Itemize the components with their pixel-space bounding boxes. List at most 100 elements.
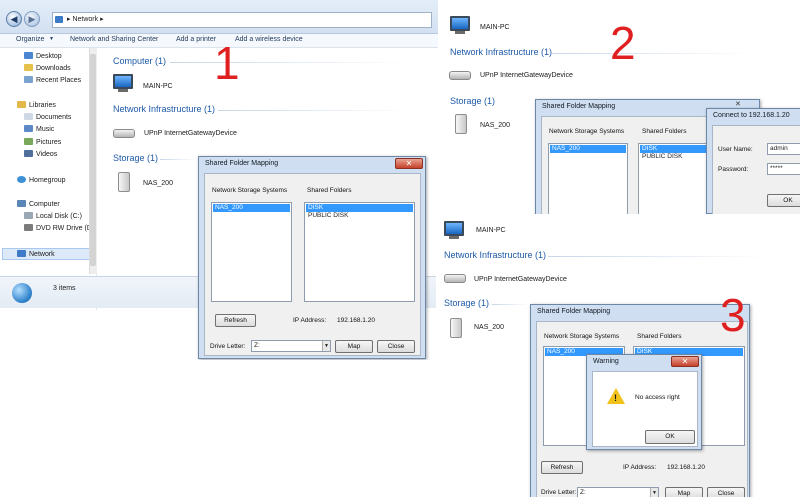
back-button[interactable]: ◀ — [6, 11, 22, 27]
nav-item-videos[interactable]: Videos — [24, 150, 57, 158]
breadcrumb[interactable]: Network — [72, 16, 98, 23]
section-header-storage[interactable]: Storage (1) — [450, 96, 495, 106]
ip-address-label: IP Address: — [623, 464, 657, 471]
drive-letter-select[interactable]: Z: ▼ — [251, 340, 331, 352]
nav-item-desktop[interactable]: Desktop — [24, 52, 62, 60]
shared-folders-list[interactable]: DISK PUBLIC DISK — [304, 202, 415, 302]
recent-places-icon — [24, 76, 33, 83]
storage-systems-list[interactable]: NAS_200 — [211, 202, 292, 302]
list-item-folder[interactable]: PUBLIC DISK — [306, 212, 413, 220]
drive-letter-value: Z: — [580, 489, 586, 496]
nav-item-libraries[interactable]: Libraries — [17, 101, 56, 109]
ok-button[interactable]: OK — [767, 194, 800, 207]
nav-item-network-label: Network — [29, 251, 55, 258]
nav-item-recent-places[interactable]: Recent Places — [24, 76, 81, 84]
refresh-button[interactable]: Refresh — [215, 314, 256, 327]
section-divider — [552, 53, 752, 54]
drive-letter-select[interactable]: Z: ▼ — [577, 487, 659, 497]
disk-icon — [24, 212, 33, 219]
close-button[interactable]: Close — [707, 487, 745, 497]
user-name-field[interactable]: admin — [767, 143, 800, 155]
nas-icon — [118, 172, 130, 192]
storage-systems-list[interactable]: NAS_200 — [548, 143, 628, 214]
section-header-storage[interactable]: Storage (1) — [113, 153, 158, 163]
step-number-1: 1 — [214, 37, 240, 89]
nav-item-documents[interactable]: Documents — [24, 113, 71, 121]
section-header-infrastructure[interactable]: Network Infrastructure (1) — [444, 250, 546, 260]
router-icon — [444, 274, 466, 283]
item-upnp-gateway[interactable]: UPnP InternetGatewayDevice — [480, 72, 573, 79]
homegroup-icon — [17, 176, 26, 183]
refresh-button[interactable]: Refresh — [541, 461, 583, 474]
router-icon — [449, 71, 471, 80]
user-name-label: User Name: — [718, 146, 753, 153]
nav-item-music[interactable]: Music — [24, 125, 54, 133]
chevron-down-icon[interactable]: ▼ — [650, 488, 658, 497]
dvd-drive-icon — [24, 224, 33, 231]
close-icon[interactable]: ✕ — [671, 356, 699, 367]
shared-folders-label: Shared Folders — [637, 333, 682, 340]
navigation-pane: Desktop Downloads Recent Places Librarie… — [0, 48, 97, 310]
drive-letter-label: Drive Letter: — [541, 489, 577, 496]
shared-folders-label: Shared Folders — [642, 128, 687, 135]
close-icon[interactable]: ✕ — [735, 100, 741, 108]
libraries-icon — [17, 101, 26, 108]
organize-menu[interactable]: Organize — [16, 36, 44, 43]
ip-address-value: 192.168.1.20 — [337, 317, 375, 324]
videos-icon — [24, 150, 33, 157]
section-header-infrastructure[interactable]: Network Infrastructure (1) — [450, 47, 552, 57]
password-field[interactable]: ***** — [767, 163, 800, 175]
item-nas-200[interactable]: NAS_200 — [474, 324, 504, 331]
step-3-panel: MAIN-PC Network Infrastructure (1) UPnP … — [436, 214, 800, 497]
chevron-down-icon[interactable]: ▼ — [322, 341, 330, 351]
dialog-title: Shared Folder Mapping — [537, 308, 611, 315]
storage-systems-label: Network Storage Systems — [544, 333, 620, 340]
forward-button[interactable]: ▶ — [24, 11, 40, 27]
section-header-storage[interactable]: Storage (1) — [444, 298, 489, 308]
map-button[interactable]: Map — [335, 340, 373, 353]
nav-item-computer[interactable]: Computer — [17, 200, 60, 208]
nas-icon — [455, 114, 467, 134]
close-icon[interactable]: ✕ — [395, 158, 423, 169]
add-wireless-device-button[interactable]: Add a wireless device — [235, 36, 303, 43]
storage-systems-label: Network Storage Systems — [212, 187, 288, 194]
section-divider — [160, 159, 196, 160]
nav-scrollbar-thumb[interactable] — [90, 54, 96, 266]
item-main-pc[interactable]: MAIN-PC — [476, 227, 506, 234]
item-nas-200[interactable]: NAS_200 — [480, 122, 510, 129]
connect-dialog: Connect to 192.168.1.20 User Name: admin… — [706, 108, 800, 214]
section-divider — [492, 304, 528, 305]
dialog-title: Shared Folder Mapping — [542, 103, 616, 110]
nas-icon — [450, 318, 462, 338]
add-printer-button[interactable]: Add a printer — [176, 36, 216, 43]
list-item-folder[interactable]: DISK — [306, 204, 413, 212]
nav-item-dvd-drive[interactable]: DVD RW Drive (D — [24, 224, 92, 232]
item-upnp-gateway[interactable]: UPnP InternetGatewayDevice — [474, 276, 567, 283]
nav-item-pictures[interactable]: Pictures — [24, 138, 61, 146]
nav-item-local-disk[interactable]: Local Disk (C:) — [24, 212, 82, 220]
step-number-2: 2 — [610, 17, 636, 69]
ip-address-label: IP Address: — [293, 317, 327, 324]
list-item-storage[interactable]: NAS_200 — [550, 145, 626, 153]
nav-item-network-selected[interactable]: Network — [2, 248, 95, 260]
item-upnp-gateway[interactable]: UPnP InternetGatewayDevice — [144, 130, 237, 137]
router-icon — [113, 129, 135, 138]
warning-body: ! No access right OK — [592, 371, 698, 447]
map-button[interactable]: Map — [665, 487, 703, 497]
item-main-pc[interactable]: MAIN-PC — [143, 83, 173, 90]
close-button[interactable]: Close — [377, 340, 415, 353]
ok-button[interactable]: OK — [645, 430, 695, 444]
section-divider — [170, 62, 410, 63]
network-sharing-center-button[interactable]: Network and Sharing Center — [70, 36, 158, 43]
dialog-body: Network Storage Systems Shared Folders N… — [204, 173, 421, 356]
nav-item-homegroup[interactable]: Homegroup — [17, 176, 66, 184]
exclamation-icon: ! — [614, 393, 617, 403]
item-main-pc[interactable]: MAIN-PC — [480, 24, 510, 31]
address-bar[interactable]: ▸ Network ▸ — [52, 12, 432, 28]
section-header-computer[interactable]: Computer (1) — [113, 56, 166, 66]
item-nas-200[interactable]: NAS_200 — [143, 180, 173, 187]
list-item-storage[interactable]: NAS_200 — [213, 204, 290, 212]
section-header-infrastructure[interactable]: Network Infrastructure (1) — [113, 104, 215, 114]
drive-letter-value: Z: — [254, 342, 260, 349]
nav-item-downloads[interactable]: Downloads — [24, 64, 71, 72]
